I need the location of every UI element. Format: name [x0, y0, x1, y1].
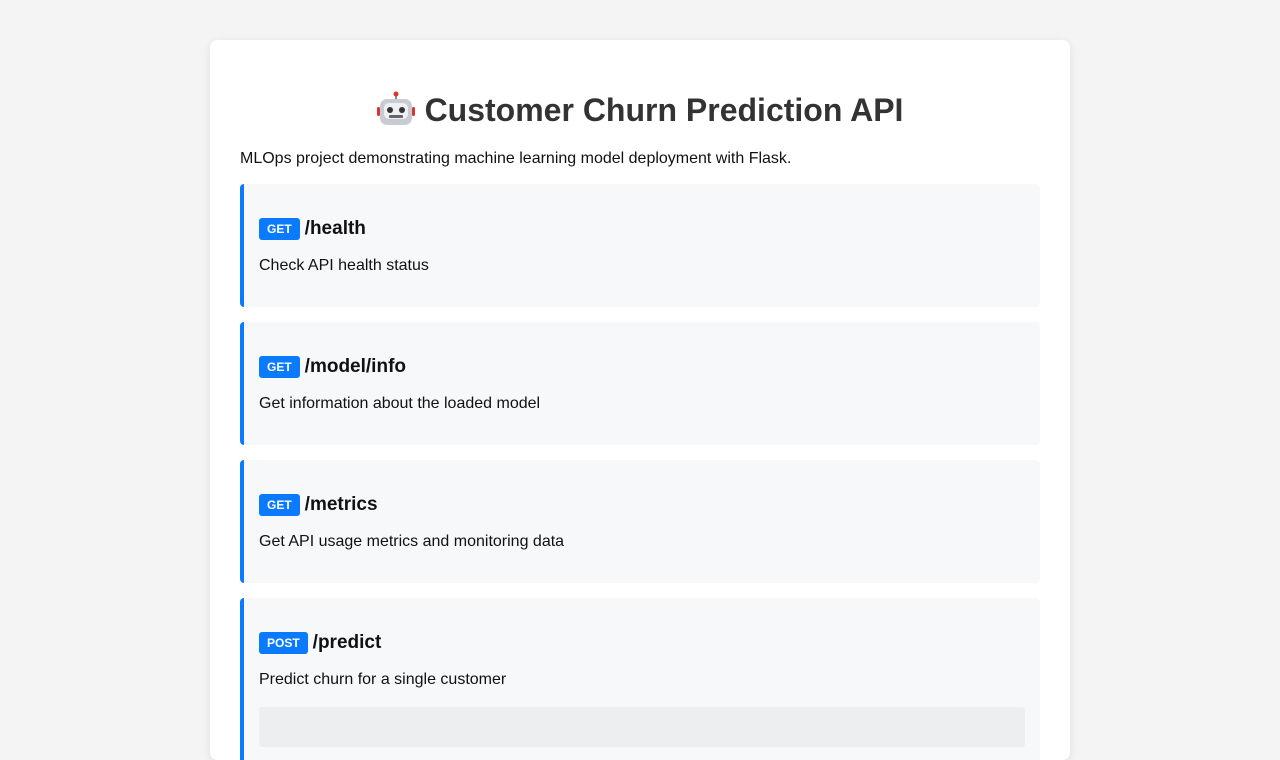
endpoint-description: Get information about the loaded model [259, 395, 541, 412]
endpoint-predict: POST /predict Predict churn for a single… [240, 598, 1040, 760]
endpoint-description: Get API usage metrics and monitoring dat… [259, 533, 565, 550]
endpoint-header: POST /predict [259, 632, 1025, 654]
method-badge: GET [259, 494, 300, 516]
endpoint-header: GET /health [259, 218, 1025, 240]
page-title: Customer Churn Prediction API [240, 40, 1040, 130]
endpoint-model-info: GET /model/info Get information about th… [240, 322, 1040, 445]
endpoint-health: GET /health Check API health status [240, 184, 1040, 307]
method-badge: GET [259, 356, 300, 378]
api-docs-card: Customer Churn Prediction API MLOps proj… [210, 40, 1070, 760]
endpoint-path: /model/info [304, 356, 406, 377]
robot-icon [376, 91, 415, 125]
endpoint-description: Predict churn for a single customer [259, 671, 507, 688]
endpoint-path: /predict [312, 632, 382, 653]
endpoint-description: Check API health status [259, 257, 429, 274]
request-example-code-block [259, 707, 1025, 747]
page-title-text: Customer Churn Prediction API [424, 92, 904, 128]
endpoint-path: /metrics [304, 494, 378, 515]
endpoint-metrics: GET /metrics Get API usage metrics and m… [240, 460, 1040, 583]
page-subtitle: MLOps project demonstrating machine lear… [240, 150, 792, 167]
endpoint-header: GET /metrics [259, 494, 1025, 516]
endpoint-header: GET /model/info [259, 356, 1025, 378]
endpoint-path: /health [304, 218, 366, 239]
method-badge: POST [259, 632, 308, 654]
method-badge: GET [259, 218, 300, 240]
